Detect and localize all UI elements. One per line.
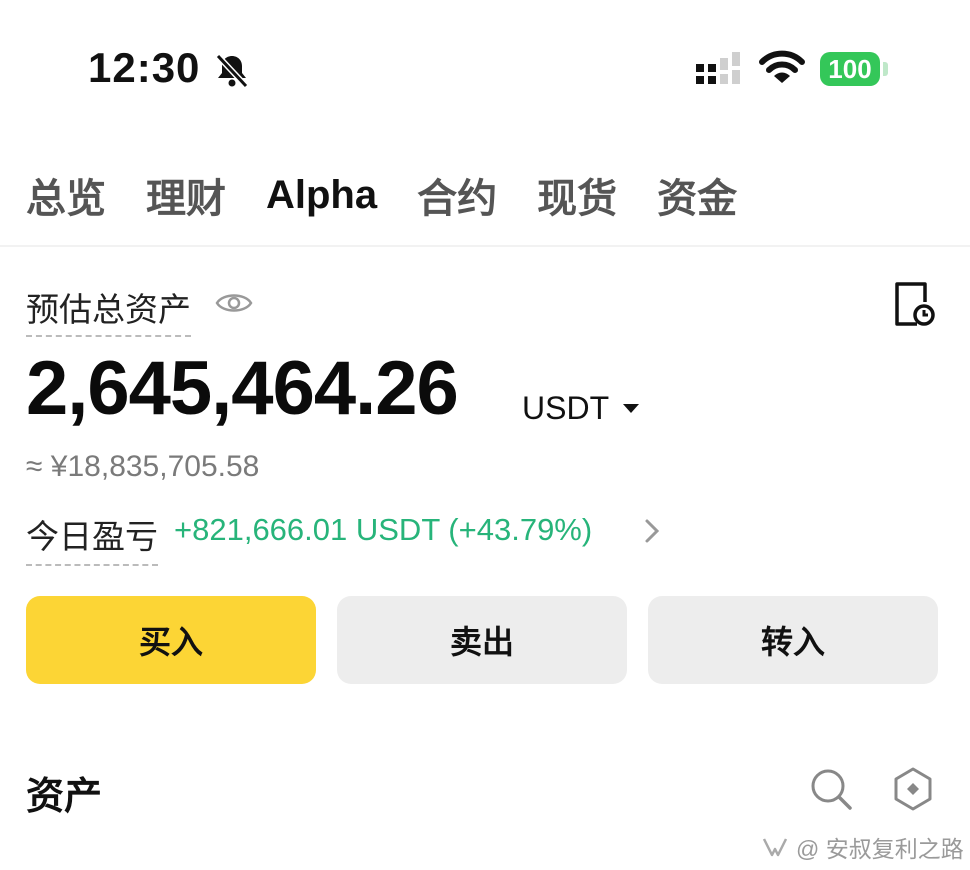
tab-futures[interactable]: 合约 [417,166,497,224]
estimated-total-label[interactable]: 预估总资产 [26,283,191,337]
eye-icon[interactable] [215,288,253,318]
total-balance: 2,645,464.26 [26,346,459,431]
search-icon[interactable] [808,766,854,812]
tabs-divider [0,245,970,247]
tab-alpha[interactable]: Alpha [266,173,377,218]
status-bar: 12:30 100 [0,0,970,130]
tab-earn[interactable]: 理财 [146,166,226,224]
watermark: @ 安叔复利之路 [760,830,964,864]
wifi-icon [759,50,805,83]
today-pnl-label[interactable]: 今日盈亏 [26,510,158,566]
signal-icon [696,52,740,84]
chevron-right-icon[interactable] [640,516,664,546]
sell-button[interactable]: 卖出 [337,596,627,684]
top-tabs: 总览 理财 Alpha 合约 现货 资金 [26,165,777,225]
tab-overview[interactable]: 总览 [26,166,106,224]
bell-slash-icon [215,53,249,89]
approx-cny-value: ≈ ¥18,835,705.58 [26,450,260,483]
wechat-channel-icon [762,838,788,857]
today-pnl-value[interactable]: +821,666.01 USDT (+43.79%) [174,512,592,548]
hexagon-settings-icon[interactable] [890,766,936,812]
status-time: 12:30 [88,44,201,91]
battery-indicator: 100 [820,52,880,86]
tab-spot[interactable]: 现货 [537,166,617,224]
assets-section-title: 资产 [26,776,103,818]
watermark-text: @ 安叔复利之路 [796,836,964,862]
battery-tip [883,62,888,76]
tab-funding[interactable]: 资金 [657,166,737,224]
caret-down-icon [623,404,640,413]
transfer-in-button[interactable]: 转入 [648,596,938,684]
currency-unit-label: USDT [522,390,610,426]
currency-unit-dropdown[interactable]: USDT [522,390,640,427]
history-icon[interactable] [891,280,935,328]
buy-button[interactable]: 买入 [26,596,316,684]
